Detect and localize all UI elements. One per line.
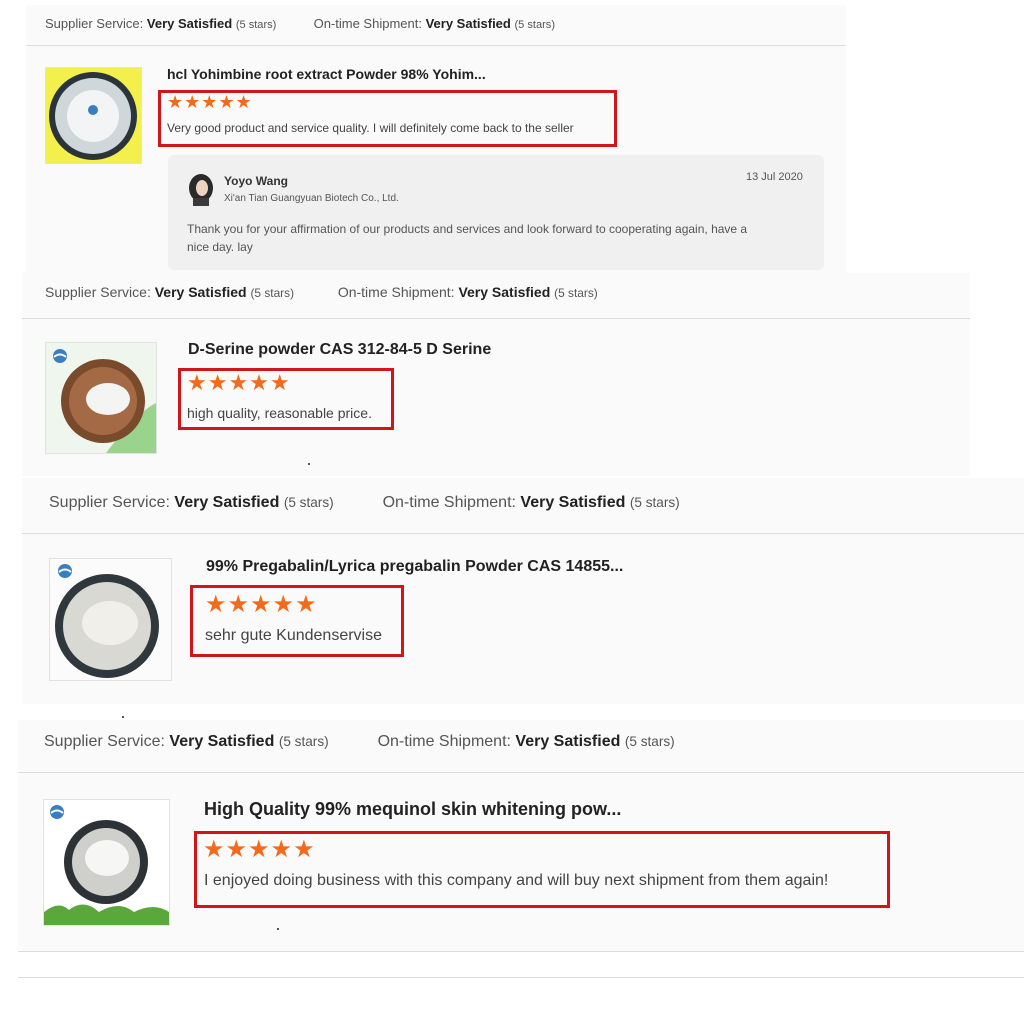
review-comment: Very good product and service quality. I… <box>167 121 574 135</box>
rating-row: Supplier Service: Very Satisfied (5 star… <box>44 733 675 751</box>
supplier-service-label: Supplier Service: <box>44 733 165 750</box>
powder-product-image <box>49 72 137 160</box>
supplier-service-stars: (5 stars) <box>278 734 329 749</box>
shipment-value: Very Satisfied <box>520 494 626 511</box>
brand-logo-icon <box>56 562 74 585</box>
supplier-service-stars: (5 stars) <box>283 495 334 510</box>
divider <box>18 977 1024 978</box>
star-rating: ★★★★★ <box>187 370 291 395</box>
review-comment: high quality, reasonable price. <box>187 405 372 421</box>
divider <box>308 463 310 465</box>
shipment-value: Very Satisfied <box>425 16 511 31</box>
supplier-service-label: Supplier Service: <box>49 494 170 511</box>
shipment-value: Very Satisfied <box>515 733 621 750</box>
shipment-label: On-time Shipment: <box>377 733 511 750</box>
supplier-service-value: Very Satisfied <box>169 733 275 750</box>
shipment-value: Very Satisfied <box>458 284 551 300</box>
supplier-service-label: Supplier Service: <box>45 16 144 31</box>
product-title[interactable]: High Quality 99% mequinol skin whitening… <box>204 799 621 820</box>
supplier-service-value: Very Satisfied <box>174 494 280 511</box>
review-card <box>22 273 970 476</box>
product-title[interactable]: 99% Pregabalin/Lyrica pregabalin Powder … <box>206 558 623 576</box>
review-comment: sehr gute Kundenservise <box>205 627 382 644</box>
supplier-service-value: Very Satisfied <box>154 284 247 300</box>
star-rating: ★★★★★ <box>203 836 316 863</box>
divider <box>26 45 846 46</box>
shipment-label: On-time Shipment: <box>382 494 516 511</box>
rating-row: Supplier Service: Very Satisfied (5 star… <box>45 16 555 31</box>
rating-row: Supplier Service: Very Satisfied (5 star… <box>45 284 598 300</box>
supplier-service-value: Very Satisfied <box>146 16 233 31</box>
shipment-stars: (5 stars) <box>629 495 680 510</box>
reply-text: Thank you for your affirmation of our pr… <box>187 222 748 236</box>
divider <box>22 533 1024 534</box>
rating-row: Supplier Service: Very Satisfied (5 star… <box>49 494 680 512</box>
divider <box>277 928 279 930</box>
shipment-label: On-time Shipment: <box>313 16 422 31</box>
avatar <box>187 174 215 206</box>
product-thumbnail[interactable] <box>45 67 142 164</box>
brand-logo-icon <box>48 803 66 826</box>
shipment-stars: (5 stars) <box>624 734 675 749</box>
shipment-stars: (5 stars) <box>554 286 598 300</box>
reply-text: nice day. lay <box>187 240 253 254</box>
seller-reply <box>168 155 824 270</box>
shipment-stars: (5 stars) <box>514 19 555 31</box>
divider <box>18 772 1024 773</box>
divider <box>22 318 970 319</box>
star-rating: ★★★★★ <box>205 591 318 618</box>
supplier-service-stars: (5 stars) <box>235 19 277 31</box>
star-rating: ★★★★★ <box>167 92 253 112</box>
review-comment: I enjoyed doing business with this compa… <box>204 872 829 889</box>
product-title[interactable]: hcl Yohimbine root extract Powder 98% Yo… <box>167 66 486 82</box>
supplier-service-stars: (5 stars) <box>250 286 295 300</box>
product-title[interactable]: D-Serine powder CAS 312-84-5 D Serine <box>188 341 491 359</box>
reply-author: Yoyo Wang <box>224 174 288 188</box>
divider <box>18 951 1024 952</box>
brand-logo-icon <box>51 347 69 370</box>
supplier-service-label: Supplier Service: <box>45 284 151 300</box>
divider <box>122 716 124 718</box>
shipment-label: On-time Shipment: <box>337 284 455 300</box>
reply-company: Xi'an Tian Guangyuan Biotech Co., Ltd. <box>224 193 399 204</box>
reply-date: 13 Jul 2020 <box>746 171 803 183</box>
